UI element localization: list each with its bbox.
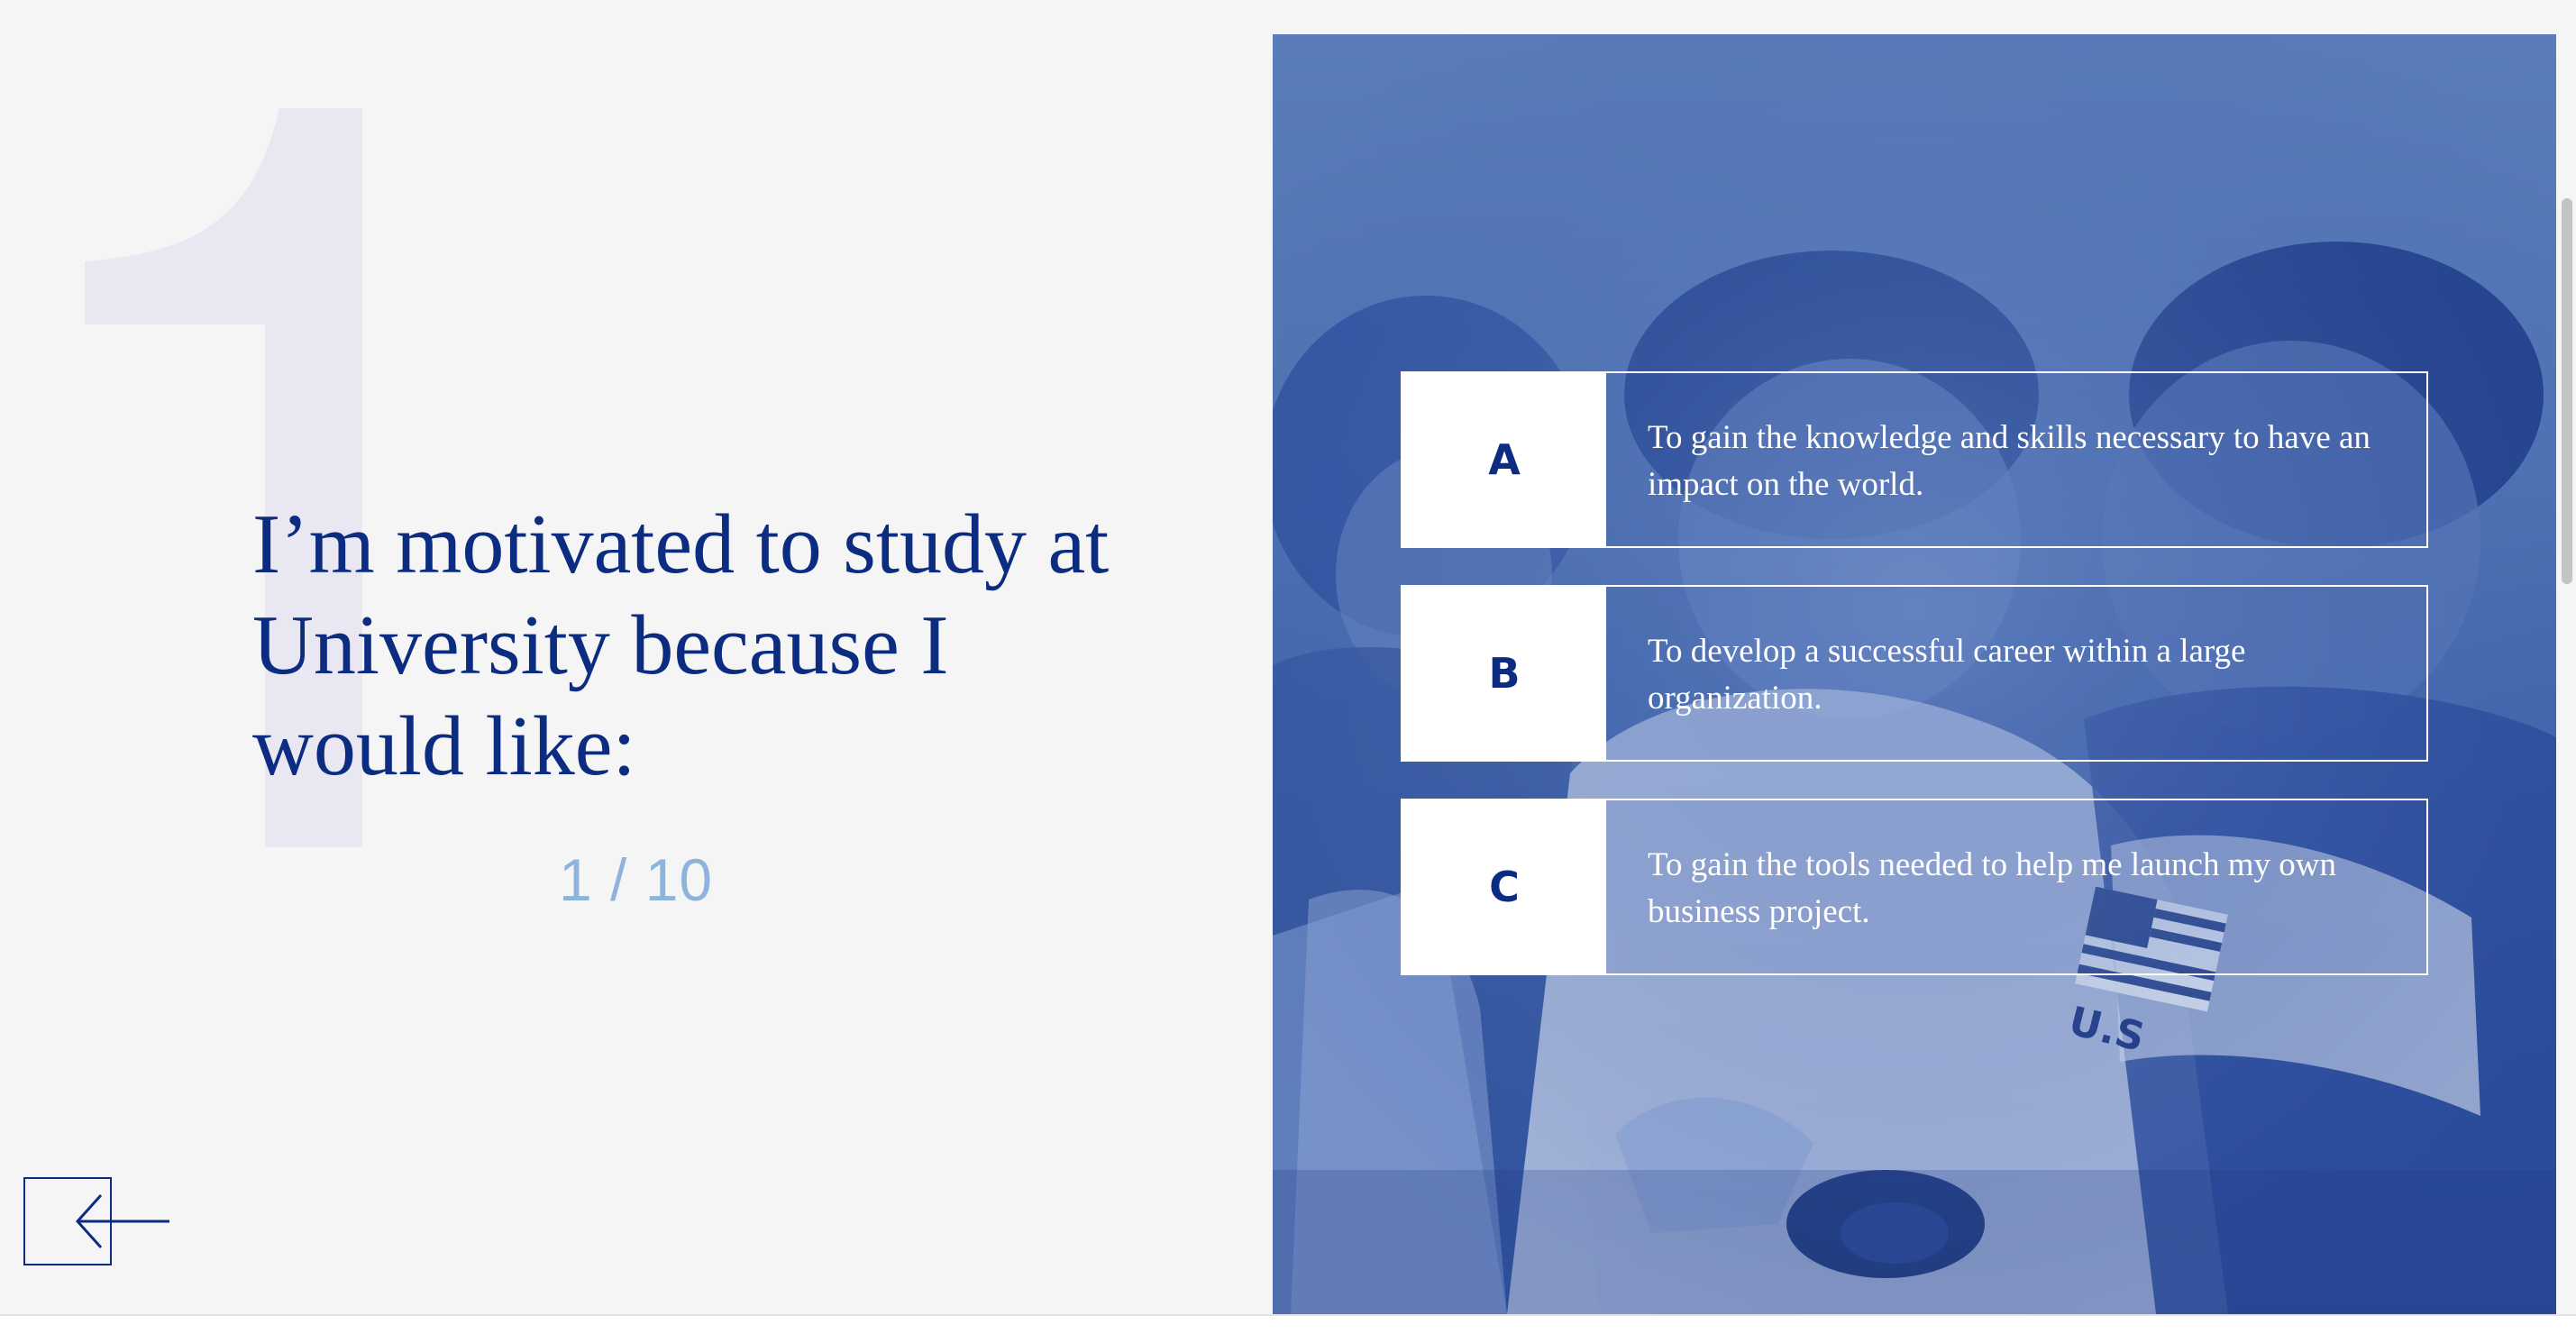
- question-panel: I’m motivated to study at University bec…: [0, 0, 1273, 1314]
- answer-options: A To gain the knowledge and skills neces…: [1401, 371, 2428, 1012]
- option-letter: A: [1488, 435, 1521, 484]
- question-text: I’m motivated to study at University bec…: [252, 498, 1110, 793]
- answer-option-b[interactable]: B To develop a successful career within …: [1401, 585, 2428, 762]
- scrollbar-track[interactable]: [2556, 0, 2576, 1314]
- option-letter-box: C: [1402, 800, 1606, 973]
- progress-counter: 1 / 10: [559, 846, 714, 913]
- arrow-left-icon[interactable]: [50, 1192, 171, 1251]
- option-text: To develop a successful career within a …: [1648, 633, 2246, 717]
- option-text: To gain the knowledge and skills necessa…: [1648, 419, 2370, 503]
- answer-option-c[interactable]: C To gain the tools needed to help me la…: [1401, 799, 2428, 975]
- quiz-page: I’m motivated to study at University bec…: [0, 0, 2576, 1343]
- answer-option-a[interactable]: A To gain the knowledge and skills neces…: [1401, 371, 2428, 548]
- bottom-bar: [0, 1316, 2576, 1343]
- option-letter-box: A: [1402, 373, 1606, 546]
- option-letter: C: [1489, 863, 1520, 911]
- answers-panel: U.S A To gain the knowledge and skills n…: [1273, 34, 2556, 1314]
- option-letter: B: [1488, 649, 1521, 698]
- option-letter-box: B: [1402, 587, 1606, 760]
- option-text: To gain the tools needed to help me laun…: [1648, 846, 2336, 930]
- scrollbar-thumb[interactable]: [2562, 198, 2572, 584]
